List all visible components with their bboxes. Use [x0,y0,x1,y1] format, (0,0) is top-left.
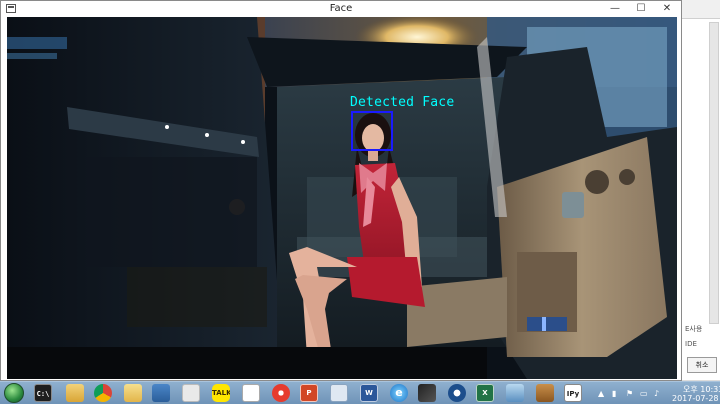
close-button[interactable]: ✕ [655,1,679,17]
folder-icon[interactable] [124,384,142,402]
taskbar: C:\ TALK P W e X IPy ▲ ▮ ⚑ ▭ ♪ 오후 10:33 … [0,381,720,404]
calendar-icon[interactable] [242,384,260,402]
tray-chevron-icon[interactable]: ▲ [598,389,604,398]
window-titlebar[interactable]: Face — ☐ ✕ [1,1,681,17]
powerpoint-icon[interactable]: P [300,384,318,402]
background-window-scrollbar[interactable] [709,22,719,324]
flag-icon[interactable]: ⚑ [626,389,633,398]
ipython-icon[interactable]: IPy [564,384,582,402]
background-window-text: IDE [685,340,697,348]
battery-icon[interactable]: ▭ [640,389,648,398]
network-icon[interactable]: ▮ [612,389,616,398]
chrome-icon[interactable] [94,384,112,402]
desktop: E사용 IDE 취소 Face — ☐ ✕ Detected Face C:\ … [0,0,720,404]
winamp-icon[interactable] [418,384,436,402]
face-window[interactable]: Face — ☐ ✕ Detected Face [0,0,682,381]
media-player-icon[interactable] [506,384,524,402]
kakaotalk-icon[interactable]: TALK [212,384,230,402]
background-window-text: E사용 [685,325,703,333]
command-prompt-icon[interactable]: C:\ [34,384,52,402]
background-window[interactable]: E사용 IDE 취소 [680,0,720,380]
volume-icon[interactable]: ♪ [654,389,659,398]
video-frame: Detected Face [7,17,677,379]
window-title: Face [329,3,353,14]
archive-icon[interactable] [536,384,554,402]
background-window-titlebar[interactable] [681,0,720,19]
face-detection-box [351,111,393,151]
internet-explorer-icon[interactable]: e [390,384,408,402]
clock-date[interactable]: 2017-07-28 [672,394,719,403]
detected-face-label: Detected Face [350,95,455,110]
windows-start-icon[interactable] [4,383,24,403]
document-icon[interactable] [330,384,348,402]
word-icon[interactable]: W [360,384,378,402]
minimize-button[interactable]: — [603,1,627,17]
excel-icon[interactable]: X [476,384,494,402]
video-scene-image [7,17,677,379]
paint-icon[interactable] [272,384,290,402]
file-explorer-folder-icon[interactable] [66,384,84,402]
tools-icon[interactable] [152,384,170,402]
maximize-button[interactable]: ☐ [629,1,653,17]
cancel-button[interactable]: 취소 [687,357,717,373]
settings-gear-icon[interactable] [448,384,466,402]
tools-icon[interactable] [182,384,200,402]
